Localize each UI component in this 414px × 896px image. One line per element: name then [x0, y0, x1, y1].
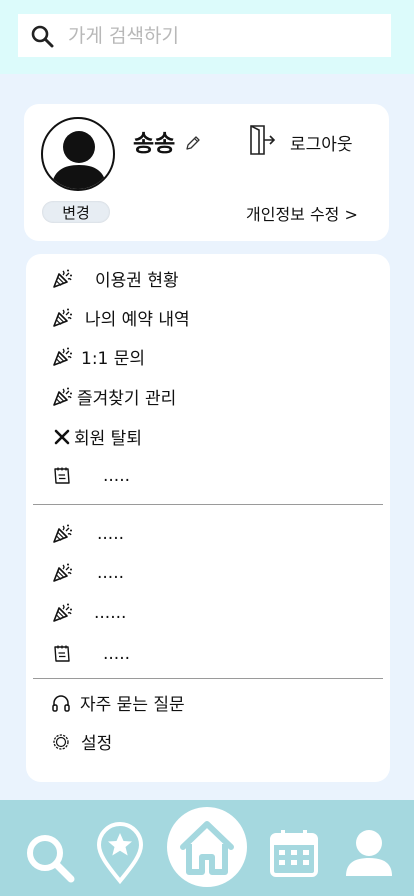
party-popper-icon [51, 386, 73, 408]
menu-item-withdraw[interactable]: 회원 탈퇴 [51, 424, 142, 449]
menu-item-label: ..... [97, 524, 125, 544]
map-pin-star-icon[interactable] [96, 822, 144, 884]
menu-item-label: 나의 예약 내역 [85, 310, 190, 330]
notepad-icon [51, 643, 73, 665]
edit-personal-info-link[interactable]: 개인정보 수정 > [246, 201, 358, 225]
menu-item-favorites[interactable]: 즐겨찾기 관리 [51, 384, 176, 409]
menu-item-placeholder[interactable]: ..... [51, 523, 124, 545]
search-input[interactable] [68, 22, 378, 50]
menu-item-label: ..... [103, 466, 131, 486]
user-avatar-icon [51, 131, 107, 189]
menu-item-ticket-status[interactable]: 이용권 현황 [51, 266, 179, 291]
menu-item-placeholder[interactable]: ...... [51, 602, 126, 624]
search-box[interactable] [18, 14, 391, 57]
calendar-icon[interactable] [269, 828, 319, 878]
menu-item-label: ...... [94, 603, 127, 623]
menu-card: 이용권 현황 나의 예약 내역 1:1 문의 즐겨찾기 관리 회원 탈퇴 ...… [26, 254, 390, 782]
menu-item-placeholder[interactable]: ..... [51, 643, 130, 665]
pencil-icon[interactable] [184, 134, 202, 152]
party-popper-icon [51, 268, 73, 290]
notepad-icon [51, 465, 73, 487]
menu-item-faq[interactable]: 자주 묻는 질문 [50, 690, 185, 715]
menu-item-label: 회원 탈퇴 [74, 429, 142, 449]
menu-item-placeholder[interactable]: ..... [51, 465, 130, 487]
top-search-bar [0, 0, 414, 74]
divider [33, 504, 383, 505]
divider [33, 678, 383, 679]
menu-item-label: ..... [103, 644, 131, 664]
menu-item-settings[interactable]: 설정 [50, 729, 112, 754]
search-icon[interactable] [24, 832, 76, 884]
party-popper-icon [51, 602, 73, 624]
home-button[interactable] [167, 807, 247, 887]
home-icon [180, 821, 234, 875]
menu-item-inquiry[interactable]: 1:1 문의 [51, 344, 145, 369]
avatar[interactable] [41, 117, 115, 191]
menu-item-label: ..... [97, 563, 125, 583]
menu-item-label: 자주 묻는 질문 [80, 695, 185, 715]
bottom-nav [0, 800, 414, 896]
party-popper-icon [51, 562, 73, 584]
logout-door-icon[interactable] [248, 124, 276, 156]
logout-button[interactable]: 로그아웃 [290, 130, 353, 155]
search-icon[interactable] [30, 24, 54, 48]
menu-item-placeholder[interactable]: ..... [51, 562, 124, 584]
menu-item-label: 이용권 현황 [95, 271, 179, 291]
change-avatar-button[interactable]: 변경 [42, 201, 110, 223]
profile-card: 송송 로그아웃 변경 개인정보 수정 > [24, 104, 389, 241]
username: 송송 [133, 131, 176, 157]
gear-icon [50, 731, 72, 753]
party-popper-icon [51, 307, 73, 329]
menu-item-label: 즐겨찾기 관리 [77, 389, 177, 409]
party-popper-icon [51, 346, 73, 368]
headphones-icon [50, 692, 72, 714]
party-popper-icon [51, 523, 73, 545]
menu-item-label: 설정 [81, 734, 113, 754]
close-icon [51, 426, 73, 448]
menu-item-label: 1:1 문의 [81, 349, 146, 369]
user-icon[interactable] [344, 828, 394, 878]
menu-item-my-reservations[interactable]: 나의 예약 내역 [51, 305, 190, 330]
